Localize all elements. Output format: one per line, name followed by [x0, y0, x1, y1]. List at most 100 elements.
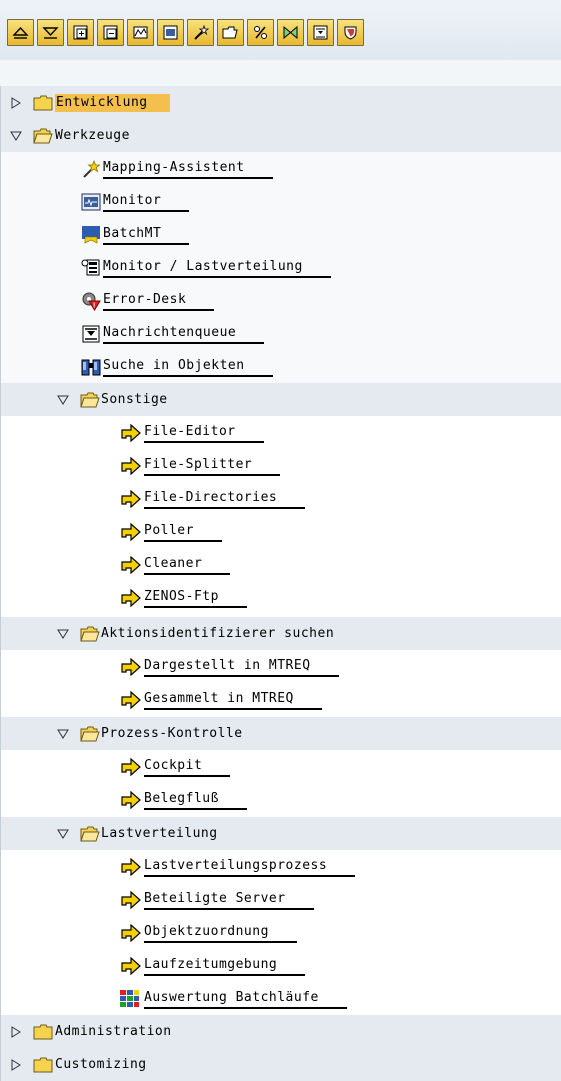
- navigation-tree: Entwicklung Werkzeuge Mapping-Assistent …: [0, 86, 561, 1081]
- expand-all-button[interactable]: [7, 19, 34, 46]
- wizard-icon: [81, 159, 101, 179]
- tree-link-file-directories[interactable]: File-Directories: [144, 489, 306, 509]
- arrow-link-icon: [121, 555, 141, 575]
- tree-item-zenos-ftp[interactable]: ZENOS-Ftp: [1, 581, 561, 614]
- expand-arrow-icon[interactable]: [9, 1058, 23, 1072]
- collapse-all-button[interactable]: [37, 19, 64, 46]
- tree-item-beteiligte-server[interactable]: Beteiligte Server: [1, 883, 561, 916]
- tree-link-laufzeitumgebung[interactable]: Laufzeitumgebung: [144, 956, 306, 976]
- tree-node-entwicklung[interactable]: Entwicklung: [1, 86, 561, 119]
- collapse-subtree-button[interactable]: [97, 19, 124, 46]
- tree-item-file-splitter[interactable]: File-Splitter: [1, 449, 561, 482]
- tree-label-werkzeuge[interactable]: Werkzeuge: [55, 127, 130, 145]
- collapse-subtree-icon: [103, 25, 118, 40]
- tree-item-lastverteilungsprozess[interactable]: Lastverteilungsprozess: [1, 850, 561, 883]
- tree-item-file-directories[interactable]: File-Directories: [1, 482, 561, 515]
- tree-label-customizing[interactable]: Customizing: [55, 1056, 147, 1074]
- tree-node-prozess-kontrolle[interactable]: Prozess-Kontrolle: [1, 717, 561, 750]
- collapse-arrow-icon[interactable]: [56, 827, 70, 841]
- tree-node-werkzeuge[interactable]: Werkzeuge: [1, 119, 561, 152]
- tree-link-poller[interactable]: Poller: [144, 522, 222, 542]
- tree-link-gesammelt[interactable]: Gesammelt in MTREQ: [144, 690, 322, 710]
- tree-item-auswertung-batchlaeufe[interactable]: Auswertung Batchläufe: [1, 982, 561, 1015]
- arrow-link-icon: [121, 489, 141, 509]
- tree-item-cleaner[interactable]: Cleaner: [1, 548, 561, 581]
- collapse-arrow-icon[interactable]: [56, 627, 70, 641]
- tree-label-sonstige[interactable]: Sonstige: [101, 391, 168, 409]
- collapse-arrow-icon[interactable]: [9, 129, 23, 143]
- tree-link-mapping-assistent[interactable]: Mapping-Assistent: [103, 159, 273, 179]
- tree-item-error-desk[interactable]: ! Error-Desk: [1, 284, 561, 317]
- expand-arrow-icon[interactable]: [9, 1025, 23, 1039]
- collapse-arrow-icon[interactable]: [56, 727, 70, 741]
- tree-label-lastverteilung[interactable]: Lastverteilung: [101, 825, 218, 843]
- tree-item-laufzeitumgebung[interactable]: Laufzeitumgebung: [1, 949, 561, 982]
- tree-link-suche-in-objekten[interactable]: Suche in Objekten: [103, 357, 273, 377]
- tree-node-administration[interactable]: Administration: [1, 1015, 561, 1048]
- tree-link-lastverteilungsprozess[interactable]: Lastverteilungsprozess: [144, 857, 356, 877]
- arrow-link-icon: [121, 588, 141, 608]
- chart-button[interactable]: [127, 19, 154, 46]
- tree-node-sonstige[interactable]: Sonstige: [1, 383, 561, 416]
- tree-link-file-editor[interactable]: File-Editor: [144, 423, 264, 443]
- shield-button[interactable]: [337, 19, 364, 46]
- percent-button[interactable]: [247, 19, 274, 46]
- tree-item-dargestellt[interactable]: Dargestellt in MTREQ: [1, 650, 561, 683]
- display-icon: [163, 25, 178, 40]
- tree-item-mapping-assistent[interactable]: Mapping-Assistent: [1, 152, 561, 185]
- tree-item-batchmt[interactable]: BatchMT: [1, 218, 561, 251]
- tree-item-cockpit[interactable]: Cockpit: [1, 750, 561, 783]
- percent-icon: [254, 26, 267, 39]
- tree-item-poller[interactable]: Poller: [1, 515, 561, 548]
- tree-item-monitor[interactable]: Monitor: [1, 185, 561, 218]
- bowtie-button[interactable]: [277, 19, 304, 46]
- tree-link-belegfluss[interactable]: Belegfluß: [144, 790, 247, 810]
- tree-label-entwicklung[interactable]: Entwicklung: [55, 93, 170, 112]
- shield-icon: [344, 26, 357, 40]
- tree-label-aktionsidentifizierer[interactable]: Aktionsidentifizierer suchen: [101, 625, 334, 643]
- tree-link-objektzuordnung[interactable]: Objektzuordnung: [144, 923, 297, 943]
- tree-link-monitor-lastverteilung[interactable]: Monitor / Lastverteilung: [103, 258, 331, 278]
- tree-item-suche-in-objekten[interactable]: Suche in Objekten: [1, 350, 561, 383]
- tree-item-belegfluss[interactable]: Belegfluß: [1, 783, 561, 816]
- tree-link-batchmt[interactable]: BatchMT: [103, 225, 190, 245]
- tree-link-nachrichtenqueue[interactable]: Nachrichtenqueue: [103, 324, 265, 344]
- tree-item-file-editor[interactable]: File-Editor: [1, 416, 561, 449]
- collapse-arrow-icon[interactable]: [56, 393, 70, 407]
- tree-item-gesammelt[interactable]: Gesammelt in MTREQ: [1, 683, 561, 716]
- arrow-link-icon: [121, 757, 141, 777]
- tree-link-cleaner[interactable]: Cleaner: [144, 555, 231, 575]
- queue-button[interactable]: [307, 19, 334, 46]
- tree-item-nachrichtenqueue[interactable]: Nachrichtenqueue: [1, 317, 561, 350]
- arrow-link-icon: [121, 522, 141, 542]
- expand-subtree-button[interactable]: [67, 19, 94, 46]
- tree-node-aktionsidentifizierer[interactable]: Aktionsidentifizierer suchen: [1, 617, 561, 650]
- open-folder-button[interactable]: [217, 19, 244, 46]
- tree-link-monitor[interactable]: Monitor: [103, 192, 190, 212]
- tree-link-dargestellt[interactable]: Dargestellt in MTREQ: [144, 657, 339, 677]
- tree-link-cockpit[interactable]: Cockpit: [144, 757, 231, 777]
- tree-label-administration[interactable]: Administration: [55, 1023, 172, 1041]
- tree-link-beteiligte-server[interactable]: Beteiligte Server: [144, 890, 314, 910]
- arrow-link-icon: [121, 857, 141, 877]
- display-button[interactable]: [157, 19, 184, 46]
- wizard-button[interactable]: [187, 19, 214, 46]
- tree-item-objektzuordnung[interactable]: Objektzuordnung: [1, 916, 561, 949]
- folder-open-icon: [80, 724, 100, 744]
- tree-link-error-desk[interactable]: Error-Desk: [103, 291, 215, 311]
- expand-arrow-icon[interactable]: [9, 96, 23, 110]
- arrow-link-icon: [121, 923, 141, 943]
- tree-node-lastverteilung[interactable]: Lastverteilung: [1, 817, 561, 850]
- arrow-link-icon: [121, 456, 141, 476]
- tree-item-monitor-lastverteilung[interactable]: Monitor / Lastverteilung: [1, 251, 561, 284]
- expand-subtree-icon: [73, 25, 88, 40]
- tree-node-customizing[interactable]: Customizing: [1, 1048, 561, 1081]
- tree-label-prozess-kontrolle[interactable]: Prozess-Kontrolle: [101, 725, 243, 743]
- toolbar-separator: [0, 60, 561, 87]
- tree-link-auswertung-batchlaeufe[interactable]: Auswertung Batchläufe: [144, 989, 347, 1009]
- binoculars-icon: [81, 357, 101, 377]
- tree-link-file-splitter[interactable]: File-Splitter: [144, 456, 281, 476]
- toolbar: [0, 0, 561, 61]
- folder-open-icon: [80, 390, 100, 410]
- tree-link-zenos-ftp[interactable]: ZENOS-Ftp: [144, 588, 247, 608]
